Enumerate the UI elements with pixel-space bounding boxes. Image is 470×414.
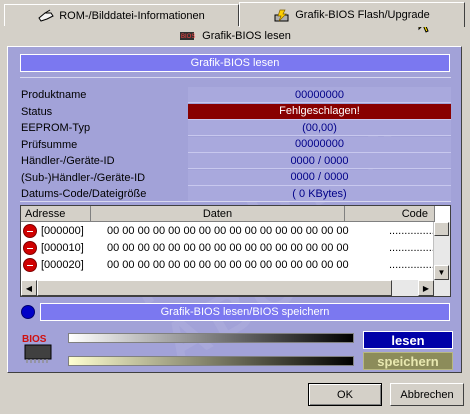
flash-upgrade-icon (274, 9, 289, 22)
row-address: [000010] (41, 242, 84, 254)
read-progress-bar (68, 333, 354, 343)
save-button[interactable]: speichern (363, 352, 453, 370)
divider (20, 77, 451, 78)
row-data: 00 00 00 00 00 00 00 00 00 00 00 00 00 0… (107, 242, 349, 254)
svg-text:BIOS: BIOS (181, 34, 195, 40)
row-data: 00 00 00 00 00 00 00 00 00 00 00 00 00 0… (107, 225, 349, 237)
info-row-vendor-device: Händler-/Geräte-ID 0000 / 0000 (20, 153, 451, 170)
info-row-product: Produktname 00000000 (20, 87, 451, 104)
column-header-address[interactable]: Adresse (21, 206, 91, 222)
scroll-thumb[interactable] (434, 222, 449, 236)
tab-rom-info-label: ROM-/Bilddatei-Informationen (59, 9, 205, 22)
bios-info-table: Produktname 00000000 Status Fehlgeschlag… (20, 87, 451, 203)
vendor-device-id-value: 0000 / 0000 (188, 153, 451, 170)
row-data: 00 00 00 00 00 00 00 00 00 00 00 00 00 0… (107, 259, 349, 271)
horizontal-scroll-thumb[interactable] (37, 280, 392, 296)
horizontal-scrollbar[interactable]: ◀ ▶ (21, 280, 450, 296)
tab-rom-info[interactable]: ROM-/Bilddatei-Informationen (4, 4, 239, 26)
status-indicator-icon (21, 305, 35, 319)
eeprom-type-value: (00,00) (188, 120, 451, 137)
row-code: ................ (389, 259, 438, 271)
row-address: [000000] (41, 225, 84, 237)
column-header-data[interactable]: Daten (91, 206, 345, 222)
status-label: Status (21, 105, 53, 118)
panel-title: Grafik-BIOS lesen (190, 57, 280, 69)
status-value: Fehlgeschlagen! (188, 103, 451, 120)
row-code: ................ (389, 225, 438, 237)
scroll-left-icon[interactable]: ◀ (21, 280, 37, 296)
tab-flash-upgrade-label: Grafik-BIOS Flash/Upgrade (295, 9, 430, 21)
table-row[interactable]: [000020] 00 00 00 00 00 00 00 00 00 00 0… (21, 257, 438, 274)
product-name-label: Produktname (21, 89, 87, 102)
info-row-checksum: Prüfsumme 00000000 (20, 136, 451, 154)
bios-read-panel: FEADTEK ABOL Grafik-BIOS lesen Produktna… (7, 46, 462, 373)
subtab-label: Grafik-BIOS lesen (202, 30, 291, 42)
date-code-size-label: Datums-Code/Dateigröße (21, 188, 147, 201)
error-icon (23, 258, 37, 272)
error-icon (23, 241, 37, 255)
table-row[interactable]: [000010] 00 00 00 00 00 00 00 00 00 00 0… (21, 240, 438, 257)
product-name-value: 00000000 (188, 87, 451, 104)
column-header-code[interactable]: Code (345, 206, 435, 222)
info-row-eeprom: EEPROM-Typ (00,00) (20, 120, 451, 137)
table-row[interactable]: [000000] 00 00 00 00 00 00 00 00 00 00 0… (21, 223, 438, 240)
tab-flash-upgrade[interactable]: Grafik-BIOS Flash/Upgrade (239, 2, 465, 27)
scroll-right-icon[interactable]: ▶ (418, 280, 434, 296)
save-progress-bar (68, 356, 354, 366)
scroll-down-icon[interactable]: ▼ (434, 265, 449, 280)
checksum-label: Prüfsumme (21, 138, 78, 151)
cancel-button[interactable]: Abbrechen (390, 383, 464, 406)
row-address: [000020] (41, 259, 84, 271)
svg-text:BIOS: BIOS (22, 334, 47, 345)
subtab-bios-read[interactable]: BIOS Grafik-BIOS lesen (8, 26, 461, 46)
action-status-bar: Grafik-BIOS lesen/BIOS speichern (40, 303, 450, 321)
action-status-text: Grafik-BIOS lesen/BIOS speichern (160, 306, 330, 318)
panel-title-bar: Grafik-BIOS lesen (20, 54, 450, 72)
read-button[interactable]: lesen (363, 331, 453, 349)
vertical-scrollbar[interactable]: ▼ (433, 222, 450, 280)
info-row-sub-vendor: (Sub-)Händler-/Geräte-ID 0000 / 0000 (20, 169, 451, 187)
date-code-size-value: ( 0 KBytes) (188, 186, 451, 203)
bios-chip-icon: BIOS (180, 32, 196, 40)
bios-chip-icon: BIOS (22, 334, 52, 363)
error-icon (23, 224, 37, 238)
hand-pointer-icon (38, 9, 54, 22)
sub-vendor-device-id-label: (Sub-)Händler-/Geräte-ID (21, 171, 146, 184)
divider (20, 201, 451, 202)
eeprom-type-label: EEPROM-Typ (21, 122, 91, 135)
hex-header: Adresse Daten Code (21, 206, 435, 222)
checksum-value: 00000000 (188, 136, 451, 153)
ok-button[interactable]: OK (308, 383, 382, 406)
info-row-status: Status Fehlgeschlagen! (20, 103, 451, 121)
row-code: ................ (389, 242, 438, 254)
hex-dump-list[interactable]: Adresse Daten Code [000000] 00 00 00 00 … (20, 205, 451, 297)
sub-vendor-device-id-value: 0000 / 0000 (188, 169, 451, 186)
vendor-device-id-label: Händler-/Geräte-ID (21, 155, 115, 168)
tab-strip: ROM-/Bilddatei-Informationen Grafik-BIOS… (0, 0, 470, 27)
